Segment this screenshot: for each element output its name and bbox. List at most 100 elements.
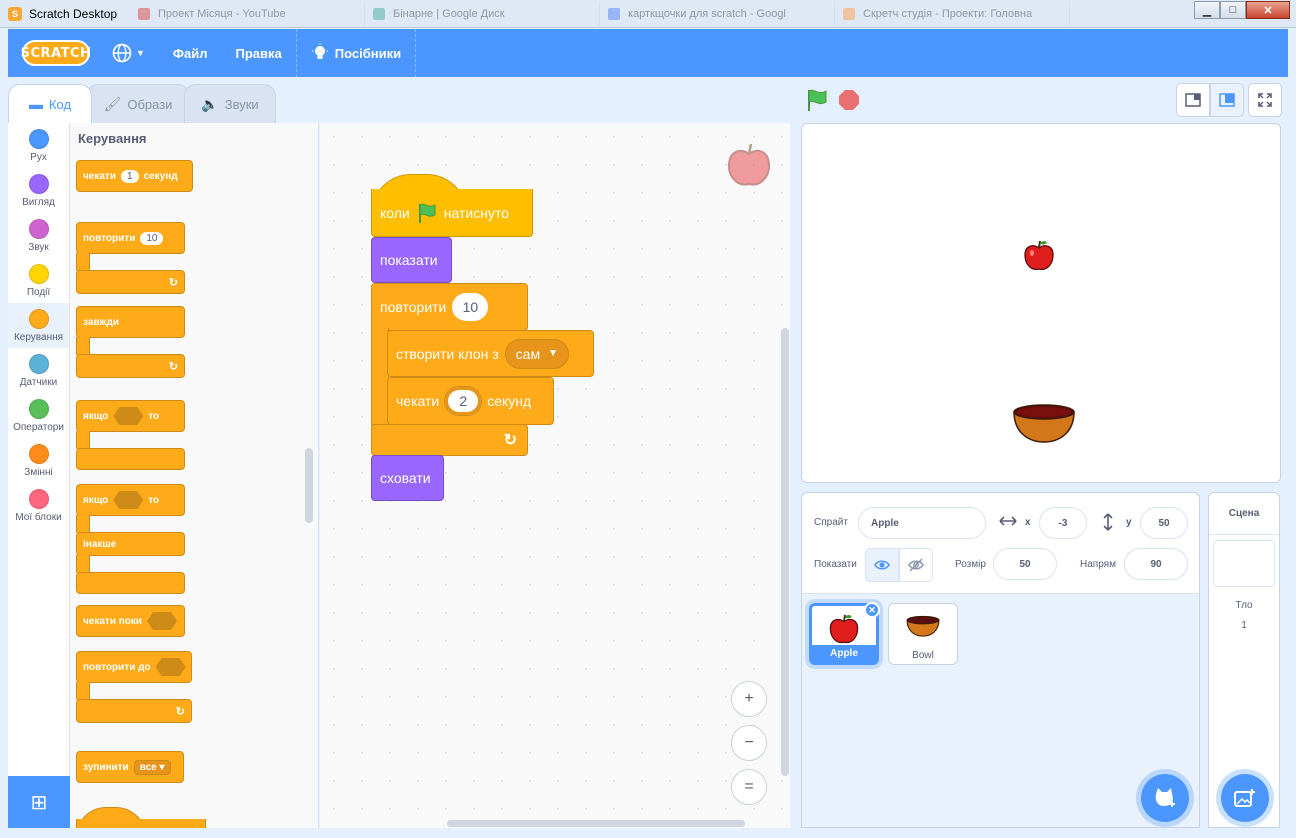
chevron-down-icon: ▼ [136, 48, 145, 58]
events-dot-icon [28, 263, 49, 284]
y-label: y [1126, 517, 1132, 528]
wait-block[interactable]: чекати 2 секунд [387, 377, 554, 425]
palette-stop-block[interactable]: зупинити все ▾ [76, 751, 184, 783]
apple-sprite[interactable] [1022, 238, 1056, 272]
category-control[interactable]: Керування [8, 303, 69, 348]
minimize-button[interactable]: ▁ [1194, 1, 1220, 19]
file-menu[interactable]: Файл [159, 29, 222, 77]
show-block[interactable]: показати [371, 237, 452, 283]
add-backdrop-button[interactable] [1221, 774, 1269, 822]
when-flag-clicked-block[interactable]: коли натиснуто [371, 174, 533, 238]
category-looks[interactable]: Вигляд [8, 168, 69, 213]
x-field[interactable]: -3 [1039, 507, 1087, 539]
page-icon [843, 8, 855, 20]
tab-costumes[interactable]: 🖌 Образи [86, 84, 190, 123]
palette-repeat-arm [76, 253, 90, 271]
palette-scrollbar[interactable] [305, 448, 313, 523]
stop-icon[interactable] [839, 90, 859, 110]
sensing-dot-icon [28, 353, 49, 374]
category-variables[interactable]: Змінні [8, 438, 69, 483]
palette-if-else-block[interactable]: якщо то [76, 484, 185, 516]
scratch-logo[interactable]: SCRATCH [21, 40, 91, 66]
language-menu[interactable]: ▼ [98, 29, 159, 77]
sprite-name-field[interactable]: Apple [858, 507, 986, 539]
palette-forever-block[interactable]: завжди [76, 306, 185, 338]
add-sprite-button[interactable] [1141, 774, 1189, 822]
zoom-reset-icon: = [744, 778, 754, 795]
window-titlebar: S Scratch Desktop Проект Місяця - YouTub… [0, 0, 1296, 28]
sprite-thumb-apple[interactable]: Apple ✕ [809, 602, 880, 665]
palette-repeat-until-block[interactable]: повторити до [76, 651, 192, 683]
horizontal-arrows-icon [999, 516, 1017, 526]
palette-repeat-block[interactable]: повторити 10 [76, 222, 185, 254]
category-my-blocks[interactable]: Мої блоки [8, 483, 69, 528]
palette-repeat-foot: ↻ [76, 270, 185, 294]
hide-block[interactable]: сховати [371, 455, 444, 501]
large-stage-icon [1219, 93, 1235, 107]
stage-selector[interactable]: Сцена Тло 1 [1208, 492, 1280, 828]
tutorials-menu[interactable]: Посібники [297, 29, 415, 77]
clone-target-dropdown[interactable]: сам ▼ [504, 338, 569, 369]
palette-wait-until-block[interactable]: чекати поки [76, 605, 185, 637]
background-tab: Скретч студія - Проекти: Головна [835, 2, 1070, 26]
delete-sprite-button[interactable]: ✕ [864, 602, 880, 618]
palette-if-else-arm [76, 515, 90, 533]
loop-arrow-icon: ↻ [175, 705, 185, 718]
category-motion[interactable]: Рух [8, 123, 69, 168]
category-sensing[interactable]: Датчики [8, 348, 69, 393]
cat-plus-icon [1155, 788, 1175, 807]
loop-arrow-icon: ↻ [168, 276, 178, 289]
script-horizontal-scrollbar[interactable] [447, 820, 745, 827]
palette-wait-block[interactable]: чекати 1 секунд [76, 160, 193, 192]
zoom-reset-button[interactable]: = [731, 769, 767, 805]
drive-icon [373, 8, 385, 20]
repeat-count-input[interactable]: 10 [452, 293, 489, 321]
hide-sprite-button[interactable] [899, 548, 933, 582]
palette-clone-hat-block[interactable] [76, 807, 206, 828]
script-vertical-scrollbar[interactable] [781, 328, 789, 776]
vertical-arrows-icon [1103, 513, 1113, 531]
zoom-out-button[interactable]: − [731, 725, 767, 761]
repeat-block[interactable]: повторити 10 [371, 283, 528, 331]
green-flag-icon[interactable] [805, 88, 829, 112]
close-button[interactable]: ✕ [1246, 1, 1290, 19]
stop-option-dropdown[interactable]: все ▾ [133, 759, 171, 775]
small-stage-button[interactable] [1176, 83, 1210, 117]
control-dot-icon [28, 308, 49, 329]
stage-canvas[interactable] [801, 123, 1281, 483]
eye-slash-icon [908, 558, 924, 572]
edit-menu[interactable]: Правка [222, 29, 296, 77]
wait-seconds-input[interactable]: 1 [120, 169, 139, 183]
tab-code[interactable]: ▬ Код [8, 84, 92, 123]
add-extension-button[interactable]: ⊞ [8, 776, 70, 828]
wait-seconds-input[interactable]: 2 [445, 387, 482, 415]
scratch-app-icon: S [8, 6, 22, 21]
show-sprite-button[interactable] [865, 548, 899, 582]
condition-slot [113, 407, 144, 425]
maximize-button[interactable]: □ [1220, 1, 1246, 19]
sprite-thumb-bowl[interactable]: Bowl [888, 603, 958, 665]
bowl-sprite[interactable] [1012, 402, 1076, 444]
apple-thumbnail-icon [829, 614, 859, 644]
bowl-thumbnail-icon [906, 615, 940, 637]
loop-arrow-icon: ↻ [503, 432, 517, 449]
category-operators[interactable]: Оператори [8, 393, 69, 438]
script-area[interactable]: коли натиснуто показати повторити 10 ств… [320, 123, 790, 828]
size-field[interactable]: 50 [993, 548, 1057, 580]
large-stage-button[interactable] [1210, 83, 1244, 117]
palette-if-block[interactable]: якщо то [76, 400, 185, 432]
category-events[interactable]: Події [8, 258, 69, 303]
backdrops-count: 1 [1241, 620, 1247, 631]
stage-thumbnail[interactable] [1213, 540, 1275, 587]
direction-field[interactable]: 90 [1124, 548, 1188, 580]
palette-forever-arm [76, 337, 90, 355]
repeat-count-input[interactable]: 10 [140, 231, 164, 245]
fullscreen-button[interactable] [1248, 83, 1282, 117]
category-menu: Рух Вигляд Звук Події Керування Датчики … [8, 123, 70, 828]
create-clone-block[interactable]: створити клон з сам ▼ [387, 330, 594, 377]
sound-dot-icon [28, 218, 49, 239]
y-field[interactable]: 50 [1140, 507, 1188, 539]
tab-sounds[interactable]: 🔈 Звуки [184, 84, 276, 123]
zoom-in-button[interactable]: + [731, 681, 767, 717]
category-sound[interactable]: Звук [8, 213, 69, 258]
